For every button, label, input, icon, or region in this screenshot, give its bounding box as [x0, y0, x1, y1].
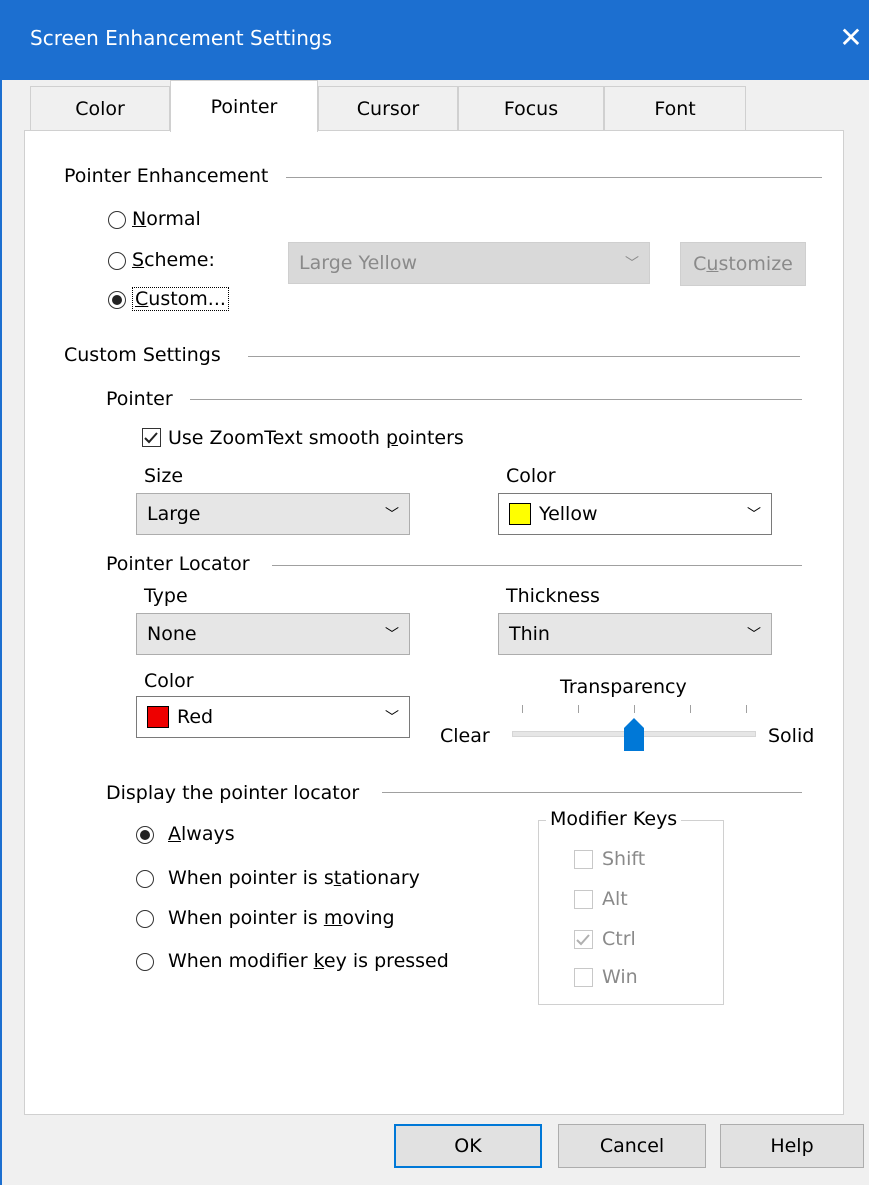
divider — [248, 356, 800, 357]
ok-button[interactable]: OK — [394, 1124, 542, 1168]
customize-label: Customize — [693, 253, 793, 275]
ctrl-label: Ctrl — [602, 928, 636, 950]
chevron-down-icon: ﹀ — [385, 710, 399, 726]
alt-label: Alt — [602, 888, 628, 910]
chevron-down-icon: ﹀ — [385, 507, 399, 523]
tab-color-label: Color — [75, 97, 125, 120]
size-label: Size — [144, 465, 184, 487]
always-label: Always — [168, 823, 235, 845]
tab-focus[interactable]: Focus — [458, 86, 604, 130]
alt-checkbox[interactable] — [574, 890, 593, 909]
scheme-radio[interactable] — [108, 252, 126, 270]
normal-label: Normal — [132, 208, 201, 230]
modifier-keys-heading: Modifier Keys — [546, 808, 682, 830]
stationary-label: When pointer is stationary — [168, 867, 420, 889]
custom-radio[interactable] — [108, 291, 126, 309]
help-button[interactable]: Help — [720, 1124, 864, 1168]
checkmark-icon — [576, 934, 590, 946]
tab-cursor-label: Cursor — [356, 97, 420, 120]
tab-pointer-label: Pointer — [210, 95, 278, 118]
moving-radio[interactable] — [136, 910, 154, 928]
transparency-label: Transparency — [560, 676, 687, 698]
type-value: None — [147, 623, 197, 645]
win-label: Win — [602, 966, 638, 988]
thickness-select[interactable]: Thin ﹀ — [498, 613, 772, 655]
divider — [190, 399, 802, 400]
smooth-pointers-label: Use ZoomText smooth pointers — [168, 427, 464, 449]
chevron-down-icon: ﹀ — [747, 627, 761, 643]
type-label: Type — [144, 585, 188, 607]
yellow-swatch — [509, 503, 531, 525]
scheme-value: Large Yellow — [299, 252, 417, 274]
tab-color[interactable]: Color — [30, 86, 170, 130]
pointer-color-value: Yellow — [539, 503, 598, 525]
close-icon[interactable]: ✕ — [832, 18, 869, 58]
locator-color-select[interactable]: Red ﹀ — [136, 696, 410, 738]
pointer-color-select[interactable]: Yellow ﹀ — [498, 493, 772, 535]
divider — [286, 177, 822, 178]
tab-font[interactable]: Font — [604, 86, 746, 130]
modifier-radio[interactable] — [136, 953, 154, 971]
pointer-enhancement-heading: Pointer Enhancement — [64, 165, 269, 187]
smooth-pointers-checkbox[interactable] — [142, 428, 161, 447]
chevron-down-icon: ﹀ — [385, 627, 399, 643]
divider — [382, 792, 802, 793]
pointer-locator-heading: Pointer Locator — [106, 553, 250, 575]
chevron-down-icon: ﹀ — [747, 507, 761, 523]
stationary-radio[interactable] — [136, 870, 154, 888]
size-select[interactable]: Large ﹀ — [136, 493, 410, 535]
scheme-select[interactable]: Large Yellow ﹀ — [288, 242, 650, 284]
scheme-label: Scheme: — [132, 249, 215, 271]
locator-color-label: Color — [144, 670, 194, 692]
chevron-down-icon: ﹀ — [625, 256, 639, 272]
normal-radio[interactable] — [108, 211, 126, 229]
window-title: Screen Enhancement Settings — [30, 26, 333, 50]
tab-cursor[interactable]: Cursor — [318, 86, 458, 130]
always-radio[interactable] — [136, 826, 154, 844]
type-select[interactable]: None ﹀ — [136, 613, 410, 655]
thickness-label: Thickness — [506, 585, 600, 607]
pointer-heading: Pointer — [106, 388, 173, 410]
thickness-value: Thin — [509, 623, 550, 645]
locator-color-value: Red — [177, 706, 214, 728]
tab-pointer[interactable]: Pointer — [170, 80, 318, 132]
window-border — [0, 80, 2, 1185]
tab-focus-label: Focus — [503, 97, 559, 120]
size-value: Large — [147, 503, 201, 525]
clear-label: Clear — [440, 725, 490, 747]
custom-label: Custom... — [132, 287, 229, 311]
display-heading: Display the pointer locator — [106, 782, 360, 804]
solid-label: Solid — [768, 725, 815, 747]
transparency-slider-thumb[interactable] — [623, 716, 645, 752]
win-checkbox[interactable] — [574, 968, 593, 987]
pointer-color-label: Color — [506, 465, 556, 487]
customize-button[interactable]: Customize — [680, 242, 806, 286]
divider — [272, 565, 802, 566]
moving-label: When pointer is moving — [168, 907, 395, 929]
modifier-label: When modifier key is pressed — [168, 950, 449, 972]
shift-checkbox[interactable] — [574, 850, 593, 869]
shift-label: Shift — [602, 848, 646, 870]
tab-font-label: Font — [654, 97, 696, 120]
red-swatch — [147, 706, 169, 728]
cancel-button[interactable]: Cancel — [558, 1124, 706, 1168]
checkmark-icon — [144, 432, 158, 444]
ctrl-checkbox[interactable] — [574, 930, 593, 949]
custom-settings-heading: Custom Settings — [64, 344, 221, 366]
